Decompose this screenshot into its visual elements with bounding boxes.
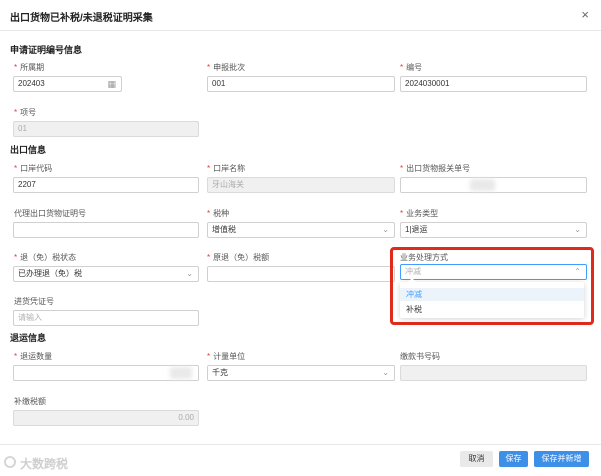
- cancel-button[interactable]: 取消: [460, 451, 493, 467]
- calendar-icon[interactable]: ▦: [107, 77, 116, 91]
- watermark-logo-icon: [4, 456, 16, 468]
- refund-status-select[interactable]: 已办理退（免）税 ⌄: [13, 266, 199, 282]
- agent-cert-input[interactable]: [13, 222, 199, 238]
- business-type-label: * 业务类型: [400, 209, 439, 218]
- section-refund-info: 退运信息: [10, 333, 47, 343]
- port-name-input: 牙山海关: [207, 177, 395, 193]
- redacted-mask: [470, 179, 495, 191]
- orig-refund-input[interactable]: [207, 266, 395, 282]
- chevron-down-icon: ⌄: [382, 225, 389, 234]
- unit-select[interactable]: 千克 ⌄: [207, 365, 395, 381]
- import-voucher-label: 进货凭证号: [14, 297, 54, 306]
- dialog-title: 出口货物已补税/未退税证明采集: [10, 13, 153, 24]
- handling-method-dropdown: 冲减 补税: [400, 278, 584, 318]
- item-no-input: 01: [13, 121, 199, 137]
- dialog-header: 出口货物已补税/未退税证明采集 ×: [0, 0, 601, 31]
- item-no-label: * 项号: [14, 108, 37, 117]
- business-type-select[interactable]: 1|退运 ⌄: [400, 222, 587, 238]
- receipt-no-input: [400, 365, 587, 381]
- dialog-footer: 取消 保存 保存并新增: [0, 444, 601, 476]
- number-label: * 编号: [400, 63, 423, 72]
- tax-type-select[interactable]: 增值税 ⌄: [207, 222, 395, 238]
- port-name-label: * 口岸名称: [207, 164, 246, 173]
- save-and-new-button[interactable]: 保存并新增: [534, 451, 589, 467]
- section-export-info: 出口信息: [10, 145, 47, 155]
- refund-status-label: * 退（免）税状态: [14, 253, 77, 262]
- port-code-label: * 口岸代码: [14, 164, 53, 173]
- dropdown-option-supplement[interactable]: 补税: [400, 303, 584, 316]
- close-icon[interactable]: ×: [581, 7, 589, 22]
- tax-type-label: * 税种: [207, 209, 230, 218]
- chevron-down-icon: ⌄: [574, 225, 581, 234]
- port-code-input[interactable]: 2207: [13, 177, 199, 193]
- import-voucher-input[interactable]: 请输入: [13, 310, 199, 326]
- period-input[interactable]: 202403 ▦: [13, 76, 122, 92]
- dropdown-option-offset[interactable]: 冲减: [400, 288, 584, 301]
- receipt-no-label: 缴款书号码: [400, 352, 440, 361]
- unit-label: * 计量单位: [207, 352, 246, 361]
- period-label: * 所属期: [14, 63, 45, 72]
- agent-cert-label: 代理出口货物证明号: [14, 209, 86, 218]
- chevron-down-icon: ⌄: [382, 368, 389, 377]
- watermark: 大数跨税: [20, 457, 69, 471]
- supplement-tax-label: 补缴税额: [14, 397, 46, 406]
- declaration-no-label: * 出口货物报关单号: [400, 164, 471, 173]
- supplement-tax-input: 0.00: [13, 410, 199, 426]
- chevron-down-icon: ⌄: [186, 269, 193, 278]
- redacted-mask: [170, 367, 192, 379]
- batch-input[interactable]: 001: [207, 76, 395, 92]
- section-apply-info: 申请证明编号信息: [10, 45, 83, 55]
- number-input[interactable]: 2024030001: [400, 76, 587, 92]
- save-button[interactable]: 保存: [499, 451, 528, 467]
- return-qty-label: * 退运数量: [14, 352, 53, 361]
- dropdown-arrow: [408, 278, 416, 282]
- orig-refund-label: * 原退（免）税额: [207, 253, 270, 262]
- batch-label: * 申报批次: [207, 63, 246, 72]
